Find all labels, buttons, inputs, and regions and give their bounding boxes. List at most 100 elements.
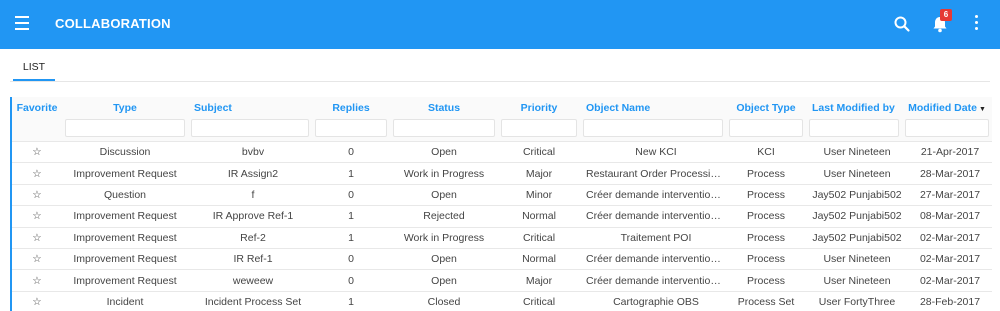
cell-subject[interactable]: IR Ref-1	[188, 247, 312, 270]
cell-modified-date: 28-Feb-2017	[902, 290, 992, 311]
cell-subject[interactable]: f	[188, 183, 312, 206]
cell-object-name[interactable]: Créer demande intervention se...	[580, 247, 726, 270]
cell-last-modified-by[interactable]: User Nineteen	[806, 247, 902, 270]
cell-modified-date: 02-Mar-2017	[902, 269, 992, 292]
column-header-last-modified-by[interactable]: Last Modified by	[806, 97, 902, 119]
cell-status: Work in Progress	[390, 226, 498, 249]
cell-last-modified-by[interactable]: User Nineteen	[806, 140, 902, 163]
column-header-subject[interactable]: Subject	[188, 97, 312, 119]
cell-object-type: Process	[726, 226, 806, 249]
cell-object-type: Process	[726, 247, 806, 270]
table-row[interactable]: ☆ Improvement Request IR Ref-1 0 Open Normal C…	[12, 247, 992, 270]
cell-priority: Normal	[498, 205, 580, 228]
filter-cell-favorite	[12, 119, 62, 142]
filter-input-object-type[interactable]	[729, 119, 803, 137]
favorite-star-icon[interactable]: ☆	[12, 269, 62, 292]
table-row[interactable]: ☆ Improvement Request weweew 0 Open Major Crée…	[12, 269, 992, 292]
favorite-star-icon[interactable]: ☆	[12, 247, 62, 270]
cell-replies: 0	[312, 183, 390, 206]
cell-modified-date: 21-Apr-2017	[902, 140, 992, 163]
cell-modified-date: 08-Mar-2017	[902, 205, 992, 228]
cell-type: Improvement Request	[62, 247, 188, 270]
cell-object-name[interactable]: Créer demande intervention se...	[580, 269, 726, 292]
filter-input-priority[interactable]	[501, 119, 577, 137]
filter-input-modified-date[interactable]	[905, 119, 989, 137]
cell-type: Improvement Request	[62, 162, 188, 185]
table-row[interactable]: ☆ Question f 0 Open Minor Créer demande interv…	[12, 183, 992, 206]
table-row[interactable]: ☆ Incident Incident Process Set 1 Closed Crit…	[12, 290, 992, 311]
filter-input-status[interactable]	[393, 119, 495, 137]
cell-last-modified-by[interactable]: Jay502 Punjabi502	[806, 226, 902, 249]
cell-object-type: Process Set	[726, 290, 806, 311]
filter-row	[12, 119, 992, 142]
cell-object-name[interactable]: Restaurant Order Processing 4...	[580, 162, 726, 185]
filter-input-replies[interactable]	[315, 119, 387, 137]
cell-status: Open	[390, 269, 498, 292]
app-bar: COLLABORATION 6	[0, 0, 1000, 49]
table-row[interactable]: ☆ Improvement Request Ref-2 1 Work in Progre…	[12, 226, 992, 249]
cell-priority: Critical	[498, 226, 580, 249]
filter-cell-object-type	[726, 119, 806, 142]
page-title: COLLABORATION	[55, 16, 171, 31]
cell-modified-date: 02-Mar-2017	[902, 247, 992, 270]
filter-cell-modified-date	[902, 119, 992, 142]
filter-input-object-name[interactable]	[583, 119, 723, 137]
cell-last-modified-by[interactable]: Jay502 Punjabi502	[806, 205, 902, 228]
cell-last-modified-by[interactable]: User FortyThree	[806, 290, 902, 311]
cell-status: Open	[390, 140, 498, 163]
favorite-star-icon[interactable]: ☆	[12, 205, 62, 228]
cell-modified-date: 02-Mar-2017	[902, 226, 992, 249]
header-row: Favorite Type Subject Replies Status Pri…	[12, 97, 992, 119]
table-row[interactable]: ☆ Discussion bvbv 0 Open Critical New KCI KCI Us…	[12, 140, 992, 163]
cell-type: Discussion	[62, 140, 188, 163]
menu-icon[interactable]	[12, 16, 32, 34]
column-header-type[interactable]: Type	[62, 97, 188, 119]
cell-type: Incident	[62, 290, 188, 311]
more-options-icon[interactable]	[969, 15, 983, 33]
filter-cell-status	[390, 119, 498, 142]
cell-object-type: Process	[726, 205, 806, 228]
cell-subject[interactable]: weweew	[188, 269, 312, 292]
cell-subject[interactable]: Incident Process Set	[188, 290, 312, 311]
cell-subject[interactable]: Ref-2	[188, 226, 312, 249]
tab-list[interactable]: LIST	[13, 55, 55, 81]
column-header-object-name[interactable]: Object Name	[580, 97, 726, 119]
favorite-star-icon[interactable]: ☆	[12, 140, 62, 163]
cell-type: Improvement Request	[62, 226, 188, 249]
cell-priority: Major	[498, 269, 580, 292]
cell-subject[interactable]: bvbv	[188, 140, 312, 163]
notification-badge: 6	[940, 9, 952, 21]
sort-descending-icon: ▼	[978, 106, 986, 113]
search-icon[interactable]	[893, 15, 911, 33]
cell-object-name[interactable]: New KCI	[580, 140, 726, 163]
table-row[interactable]: ☆ Improvement Request IR Assign2 1 Work in P…	[12, 162, 992, 185]
cell-last-modified-by[interactable]: User Nineteen	[806, 269, 902, 292]
cell-priority: Critical	[498, 140, 580, 163]
cell-object-name[interactable]: Cartographie OBS	[580, 290, 726, 311]
cell-object-name[interactable]: Créer demande intervention se...	[580, 205, 726, 228]
column-header-modified-date[interactable]: Modified Date ▼	[902, 97, 992, 119]
column-header-replies[interactable]: Replies	[312, 97, 390, 119]
filter-input-last-modified-by[interactable]	[809, 119, 899, 137]
table-row[interactable]: ☆ Improvement Request IR Approve Ref-1 1 Rej…	[12, 205, 992, 228]
cell-replies: 1	[312, 290, 390, 311]
favorite-star-icon[interactable]: ☆	[12, 162, 62, 185]
favorite-star-icon[interactable]: ☆	[12, 290, 62, 311]
filter-input-subject[interactable]	[191, 119, 309, 137]
column-header-priority[interactable]: Priority	[498, 97, 580, 119]
cell-replies: 1	[312, 162, 390, 185]
cell-object-name[interactable]: Créer demande intervention se...	[580, 183, 726, 206]
column-header-status[interactable]: Status	[390, 97, 498, 119]
cell-object-type: Process	[726, 183, 806, 206]
cell-subject[interactable]: IR Assign2	[188, 162, 312, 185]
favorite-star-icon[interactable]: ☆	[12, 226, 62, 249]
cell-subject[interactable]: IR Approve Ref-1	[188, 205, 312, 228]
column-header-favorite[interactable]: Favorite	[12, 97, 62, 119]
cell-last-modified-by[interactable]: User Nineteen	[806, 162, 902, 185]
column-header-object-type[interactable]: Object Type	[726, 97, 806, 119]
cell-replies: 0	[312, 140, 390, 163]
cell-last-modified-by[interactable]: Jay502 Punjabi502	[806, 183, 902, 206]
cell-object-name[interactable]: Traitement POI	[580, 226, 726, 249]
favorite-star-icon[interactable]: ☆	[12, 183, 62, 206]
filter-input-type[interactable]	[65, 119, 185, 137]
